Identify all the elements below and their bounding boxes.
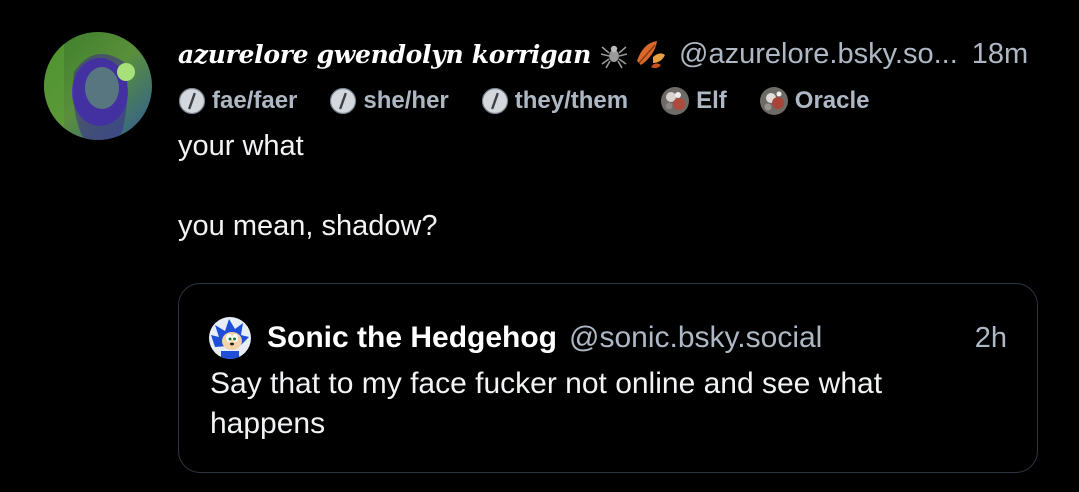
author-display-name[interactable]: azurelore gwendolyn korrigan (178, 40, 591, 69)
quoted-author-display-name[interactable]: Sonic the Hedgehog (267, 321, 557, 355)
badge-she-her[interactable]: she/her (329, 87, 449, 115)
author-avatar[interactable] (44, 32, 152, 140)
badge-label: Elf (696, 87, 727, 114)
quoted-post-text: Say that to my face fucker not online an… (210, 367, 883, 440)
post-timestamp[interactable]: 18m (972, 38, 1028, 71)
quoted-post-header: Sonic the Hedgehog @sonic.bsky.social 2h (209, 316, 1007, 360)
post[interactable]: azurelore gwendolyn korrigan @azurelore.… (0, 0, 1079, 492)
post-header: azurelore gwendolyn korrigan @azurelore.… (178, 30, 1042, 78)
label-badges: fae/faer she/her they/them Elf Oracle (178, 80, 1042, 122)
badge-label: they/them (514, 87, 629, 114)
post-text-line: you mean, shadow? (178, 210, 438, 242)
label-avatar-icon (759, 86, 789, 116)
autumn-leaves-icon (633, 37, 667, 71)
label-avatar-icon (660, 86, 690, 116)
author-handle[interactable]: @azurelore.bsky.so... (679, 38, 958, 71)
post-text-line: your what (178, 130, 304, 162)
sonic-avatar-icon (209, 317, 251, 359)
badge-label: Oracle (794, 87, 870, 114)
post-text: your what you mean, shadow? (178, 126, 1042, 246)
spider-icon (599, 39, 629, 69)
badge-label: she/her (363, 87, 449, 114)
avatar-image (44, 32, 152, 140)
slash-circle-icon (481, 87, 509, 115)
badge-elf[interactable]: Elf (660, 86, 727, 116)
badge-label: fae/faer (212, 87, 298, 114)
quoted-post-timestamp[interactable]: 2h (975, 322, 1007, 355)
slash-circle-icon (329, 87, 357, 115)
quoted-author-handle[interactable]: @sonic.bsky.social (569, 321, 822, 355)
slash-circle-icon (178, 87, 206, 115)
quoted-author-avatar[interactable] (209, 317, 251, 359)
badge-they-them[interactable]: they/them (481, 87, 628, 115)
badge-fae-faer[interactable]: fae/faer (178, 87, 297, 115)
quoted-post[interactable]: Sonic the Hedgehog @sonic.bsky.social 2h… (178, 283, 1038, 473)
badge-oracle[interactable]: Oracle (759, 86, 870, 116)
